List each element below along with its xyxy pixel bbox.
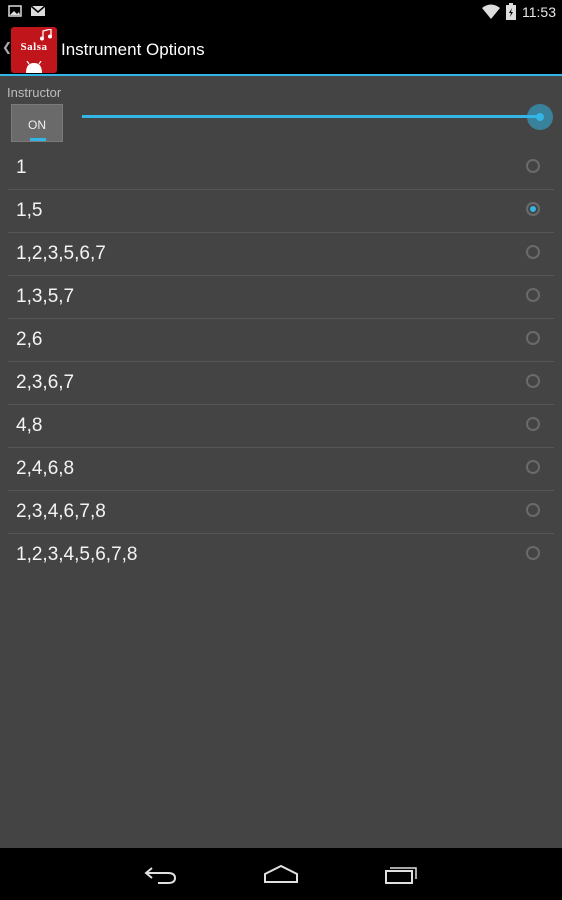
- back-button[interactable]: [131, 848, 191, 900]
- music-note-icon: [40, 29, 52, 41]
- radio-button[interactable]: [526, 202, 540, 216]
- slider-track: [82, 115, 540, 118]
- option-label: 4,8: [16, 415, 43, 436]
- radio-button[interactable]: [526, 546, 540, 560]
- list-item[interactable]: 1,5: [8, 190, 554, 233]
- radio-button[interactable]: [526, 374, 540, 388]
- option-label: 1,2,3,4,5,6,7,8: [16, 544, 138, 565]
- list-item[interactable]: 1,2,3,5,6,7: [8, 233, 554, 276]
- list-item[interactable]: 1: [8, 147, 554, 190]
- slider-thumb[interactable]: [536, 113, 544, 121]
- toggle-indicator: [30, 138, 46, 141]
- option-label: 1,3,5,7: [16, 286, 75, 307]
- home-icon: [264, 864, 298, 883]
- page-title: Instrument Options: [61, 40, 205, 59]
- picture-icon: [8, 5, 22, 17]
- list-item[interactable]: 4,8: [8, 405, 554, 448]
- home-button[interactable]: [251, 848, 311, 900]
- clock: 11:53: [522, 3, 556, 20]
- list-item[interactable]: 2,4,6,8: [8, 448, 554, 491]
- list-item[interactable]: 2,3,4,6,7,8: [8, 491, 554, 534]
- radio-button[interactable]: [526, 417, 540, 431]
- battery-icon: [506, 3, 516, 20]
- list-item[interactable]: 2,3,6,7: [8, 362, 554, 405]
- instructor-label: Instructor: [7, 85, 62, 100]
- back-icon: [144, 867, 177, 884]
- recent-apps-button[interactable]: [371, 848, 431, 900]
- option-label: 2,4,6,8: [16, 458, 75, 479]
- mail-icon: [30, 5, 46, 16]
- recent-apps-icon: [385, 867, 417, 884]
- app-icon-label: Salsa: [20, 41, 48, 53]
- option-label: 1,5: [16, 200, 43, 221]
- toggle-state-text: ON: [28, 118, 46, 132]
- wifi-icon: [482, 4, 500, 19]
- navigation-bar: [0, 848, 562, 900]
- option-label: 2,3,4,6,7,8: [16, 501, 106, 522]
- list-item[interactable]: 1,3,5,7: [8, 276, 554, 319]
- list-item[interactable]: 1,2,3,4,5,6,7,8: [8, 534, 554, 576]
- option-label: 1,2,3,5,6,7: [16, 243, 106, 264]
- radio-button[interactable]: [526, 159, 540, 173]
- radio-button[interactable]: [526, 460, 540, 474]
- list-item[interactable]: 2,6: [8, 319, 554, 362]
- instrument-options-list: 1 1,5 1,2,3,5,6,7 1,3,5,7 2,6 2,3,6,7 4,…: [0, 147, 562, 576]
- radio-button[interactable]: [526, 245, 540, 259]
- instructor-toggle[interactable]: ON: [11, 104, 63, 142]
- status-bar: 11:53: [0, 0, 562, 24]
- radio-button[interactable]: [526, 503, 540, 517]
- instructor-volume-slider[interactable]: [82, 100, 553, 134]
- option-label: 2,6: [16, 329, 43, 350]
- option-label: 1: [16, 157, 27, 178]
- option-label: 2,3,6,7: [16, 372, 75, 393]
- action-bar-divider: [0, 74, 562, 76]
- android-robot-icon: [26, 61, 42, 73]
- radio-button[interactable]: [526, 288, 540, 302]
- radio-button[interactable]: [526, 331, 540, 345]
- app-icon[interactable]: Salsa: [11, 27, 57, 73]
